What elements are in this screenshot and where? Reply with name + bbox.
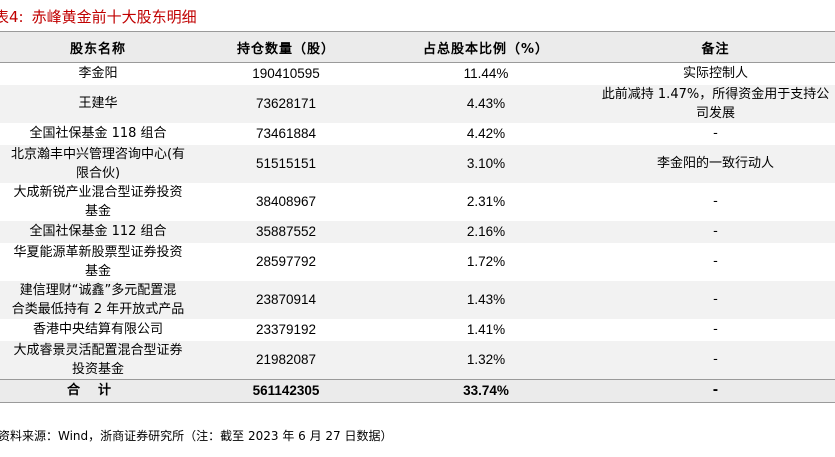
ratio-cell: 1.32%: [376, 340, 596, 379]
ratio-cell: 1.43%: [376, 280, 596, 319]
shareholder-name-line: 全国社保基金 112 组合: [29, 224, 167, 239]
shareholder-name: 王建华: [0, 84, 196, 123]
total-note: -: [596, 378, 835, 403]
note-line: -: [713, 224, 718, 239]
note-cell: 实际控制人: [596, 63, 835, 85]
shareholder-name-line: 香港中央结算有限公司: [32, 322, 163, 337]
table-row: 大成睿景灵活配置混合型证券 投资基金 21982087 1.32% -: [0, 340, 835, 379]
note-line: -: [713, 322, 718, 337]
shareholder-name: 大成新锐产业混合型证券投资 基金: [0, 183, 196, 221]
shares-cell: 35887552: [196, 220, 376, 243]
note-cell: -: [596, 280, 835, 319]
table-number: 表4:: [0, 8, 24, 26]
shares-cell: 23870914: [196, 280, 376, 319]
note-cell: 李金阳的一致行动人: [596, 144, 835, 183]
note-line: 实际控制人: [682, 66, 748, 82]
shareholder-name: 香港中央结算有限公司: [0, 319, 196, 341]
source-note: 资料来源：Wind，浙商证券研究所（注：截至 2023 年 6 月 27 日数据…: [0, 429, 393, 443]
shareholder-name-line: 投资基金: [71, 361, 124, 377]
shareholder-name-line: 全国社保基金 118 组合: [29, 126, 167, 141]
shares-cell: 73461884: [255, 126, 317, 141]
table-row: 北京瀚丰中兴管理咨询中心(有 限合伙) 51515151 3.10% 李金阳的一致行动人: [0, 144, 835, 183]
shareholder-name: 李金阳: [0, 63, 196, 85]
note-line: -: [713, 352, 718, 367]
note-cell: -: [596, 340, 835, 379]
shareholder-name: 大成睿景灵活配置混合型证券 投资基金: [0, 340, 196, 379]
note-cell: -: [596, 123, 835, 145]
note-line: 司发展: [695, 105, 735, 121]
total-ratio: 33.74%: [376, 378, 596, 403]
table-row: 李金阳 190410595 11.44% 实际控制人: [0, 63, 835, 85]
col-header-ratio: 占总股本比例（%）: [376, 31, 596, 63]
ratio-cell: 1.41%: [466, 322, 506, 337]
col-header-name: 股东名称: [0, 31, 196, 63]
shares-cell: 38408967: [255, 194, 317, 209]
shareholder-name: 北京瀚丰中兴管理咨询中心(有 限合伙): [0, 144, 196, 183]
shareholder-name-line: 基金: [84, 203, 111, 219]
total-shares: 561142305: [196, 378, 376, 403]
table-row: 全国社保基金 112 组合 35887552 2.16% -: [0, 220, 835, 243]
shareholder-name: 华夏能源革新股票型证券投资 基金: [0, 243, 196, 281]
shareholder-name-line: 北京瀚丰中兴管理咨询中心(有: [10, 146, 186, 162]
shareholder-name-line: 合类最低持有 2 年开放式产品: [11, 301, 185, 317]
shares-cell: 21982087: [196, 340, 376, 379]
note-line: -: [713, 292, 718, 307]
note-line: -: [713, 126, 718, 141]
table-row: 建信理财“诚鑫”多元配置混 合类最低持有 2 年开放式产品 23870914 1.43…: [0, 280, 835, 319]
shareholder-name: 全国社保基金 112 组合: [0, 220, 196, 243]
note-cell: -: [596, 220, 835, 243]
ratio-cell: 4.42%: [466, 126, 506, 141]
table-row: 华夏能源革新股票型证券投资 基金 28597792 1.72% -: [0, 243, 835, 281]
shareholder-name-line: 王建华: [78, 96, 118, 111]
shares-cell: 190410595: [252, 66, 320, 82]
note-line: -: [713, 194, 718, 209]
ratio-cell: 4.43%: [376, 84, 596, 123]
shares-cell: 51515151: [196, 144, 376, 183]
ratio-cell: 11.44%: [463, 66, 509, 82]
table-row: 王建华 73628171 4.43% 此前减持 1.47%，所得资金用于支持公 司发展: [0, 84, 835, 123]
note-cell: -: [596, 243, 835, 281]
table-title-text: 赤峰黄金前十大股东明细: [31, 8, 197, 26]
shareholder-name-line: 建信理财“诚鑫”多元配置混: [19, 282, 177, 298]
shareholder-name-line: 大成睿景灵活配置混合型证券: [13, 342, 183, 358]
shareholder-name: 全国社保基金 118 组合: [0, 123, 196, 145]
note-cell: -: [596, 319, 835, 341]
shareholder-table: 股东名称 持仓数量（股） 占总股本比例（%） 备注 李金阳 190410595 11…: [0, 31, 835, 403]
shareholder-name-line: 华夏能源革新股票型证券投资: [13, 244, 183, 260]
header-row: 股东名称 持仓数量（股） 占总股本比例（%） 备注: [0, 31, 835, 63]
ratio-cell: 2.31%: [466, 194, 506, 209]
shareholder-name-line: 大成新锐产业混合型证券投资: [13, 184, 183, 200]
note-line: 此前减持 1.47%，所得资金用于支持公: [601, 86, 830, 102]
shareholder-name-line: 基金: [84, 263, 111, 279]
total-label: 合计: [0, 378, 196, 403]
col-header-note: 备注: [596, 31, 835, 63]
shares-cell: 28597792: [255, 254, 317, 269]
table-title: 表4: 赤峰黄金前十大股东明细: [0, 4, 835, 30]
shareholder-name: 建信理财“诚鑫”多元配置混 合类最低持有 2 年开放式产品: [0, 280, 196, 319]
ratio-cell: 3.10%: [376, 144, 596, 183]
table-row: 全国社保基金 118 组合 73461884 4.42% -: [0, 123, 835, 145]
table-row: 香港中央结算有限公司 23379192 1.41% -: [0, 319, 835, 341]
shares-cell: 73628171: [196, 84, 376, 123]
shareholder-name-line: 李金阳: [78, 66, 118, 82]
note-cell: 此前减持 1.47%，所得资金用于支持公 司发展: [596, 84, 835, 123]
note-line: 李金阳的一致行动人: [656, 156, 774, 171]
shares-cell: 23379192: [255, 322, 317, 337]
note-line: -: [713, 254, 718, 269]
note-cell: -: [596, 183, 835, 221]
table-row: 大成新锐产业混合型证券投资 基金 38408967 2.31% -: [0, 183, 835, 221]
shareholder-name-line: 限合伙): [75, 165, 121, 181]
total-row: 合计 561142305 33.74% -: [0, 378, 835, 403]
ratio-cell: 2.16%: [376, 220, 596, 243]
ratio-cell: 1.72%: [466, 254, 506, 269]
col-header-shares: 持仓数量（股）: [196, 31, 376, 63]
